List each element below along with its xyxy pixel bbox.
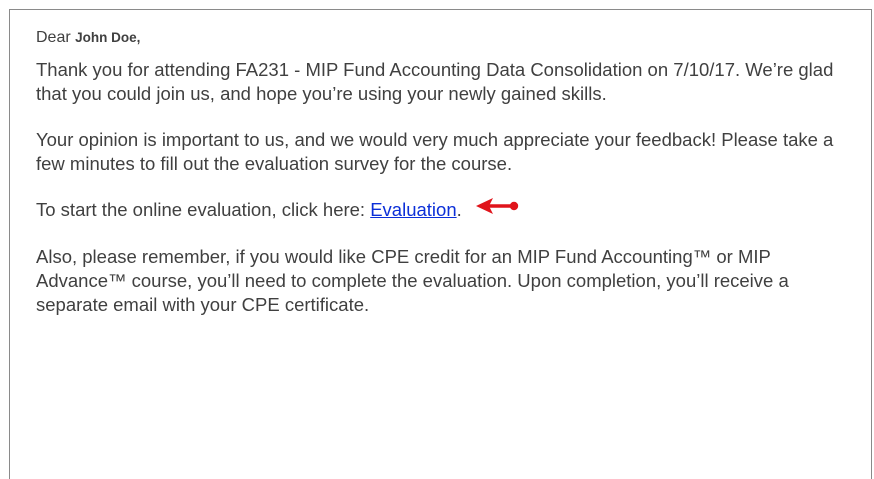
greeting-comma: , [136, 30, 141, 45]
red-pointer-arrow-icon [475, 197, 520, 221]
paragraph-evaluation: To start the online evaluation, click he… [36, 198, 856, 223]
paragraph-thank-you: Thank you for attending FA231 - MIP Fund… [36, 59, 834, 104]
red-pointer-arrow-svg [475, 198, 518, 215]
evaluation-link[interactable]: Evaluation [370, 199, 456, 220]
recipient-name: John Doe [75, 30, 137, 45]
evaluation-suffix: . [456, 199, 462, 220]
email-body: Dear John Doe, Thank you for attending F… [36, 28, 856, 339]
paragraph-cpe-credit: Also, please remember, if you would like… [36, 246, 789, 316]
salutation: Dear [36, 29, 71, 46]
evaluation-prefix: To start the online evaluation, click he… [36, 199, 371, 220]
greeting-line: Dear John Doe, [36, 28, 856, 48]
email-frame: Dear John Doe, Thank you for attending F… [9, 9, 872, 479]
paragraph-feedback: Your opinion is important to us, and we … [36, 129, 834, 174]
